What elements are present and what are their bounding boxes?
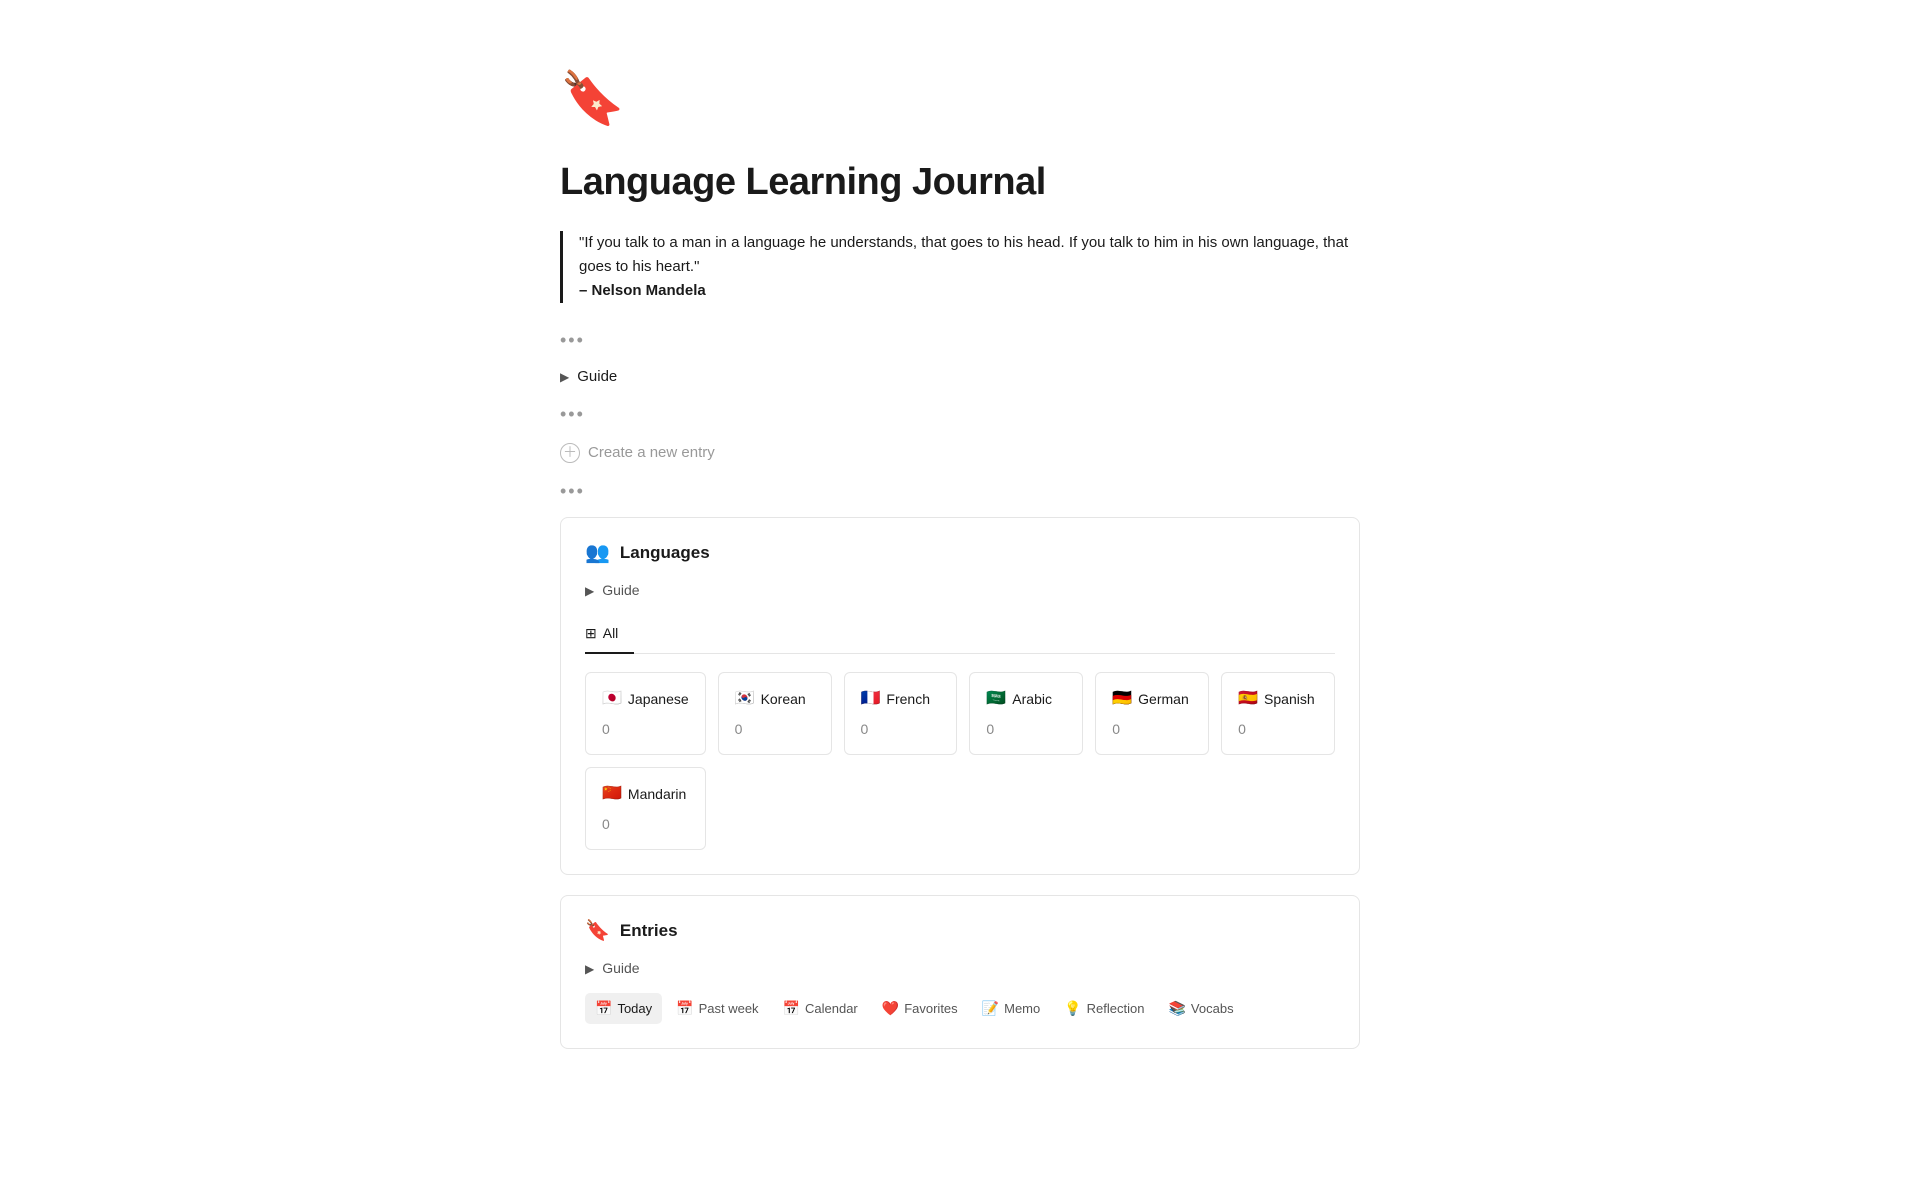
lang-count: 0: [1238, 719, 1318, 740]
entries-section-title: Entries: [620, 918, 678, 944]
languages-section-title: Languages: [620, 540, 710, 566]
create-entry-icon: ＋: [560, 443, 580, 463]
languages-guide-label: Guide: [602, 580, 639, 601]
page-container: 🔖 Language Learning Journal "If you talk…: [480, 0, 1440, 1149]
guide-toggle-label: Guide: [577, 366, 617, 389]
lang-flag: 🇸🇦: [986, 687, 1006, 711]
language-card-arabic[interactable]: 🇸🇦 Arabic 0: [969, 672, 1083, 755]
entries-guide-label: Guide: [602, 958, 639, 979]
quote-author: – Nelson Mandela: [579, 279, 1360, 303]
entry-tab-label: Vocabs: [1191, 999, 1234, 1019]
entries-tabs-row: 📅 Today 📅 Past week 📅 Calendar ❤️ Favori…: [585, 993, 1335, 1024]
language-card-korean[interactable]: 🇰🇷 Korean 0: [718, 672, 832, 755]
entry-tab-past-week[interactable]: 📅 Past week: [666, 993, 768, 1024]
entry-tab-label: Favorites: [904, 999, 957, 1019]
entry-tab-icon: 📅: [783, 998, 800, 1019]
lang-name: Korean: [761, 689, 806, 710]
lang-count: 0: [986, 719, 1066, 740]
lang-flag: 🇪🇸: [1238, 687, 1258, 711]
languages-guide-toggle[interactable]: ▶ Guide: [585, 580, 1335, 601]
language-card-japanese[interactable]: 🇯🇵 Japanese 0: [585, 672, 706, 755]
tab-all-grid-icon: ⊞: [585, 623, 597, 644]
entry-tab-icon: ❤️: [882, 998, 899, 1019]
entry-tab-icon: 💡: [1064, 998, 1081, 1019]
lang-count: 0: [602, 814, 689, 835]
entry-tab-label: Reflection: [1087, 999, 1145, 1019]
create-entry-row[interactable]: ＋ Create a new entry: [560, 440, 1360, 467]
entry-tab-calendar[interactable]: 📅 Calendar: [773, 993, 868, 1024]
dots-3: •••: [560, 478, 1360, 505]
entry-tab-label: Past week: [699, 999, 759, 1019]
lang-name: French: [886, 689, 930, 710]
lang-count: 0: [861, 719, 941, 740]
create-entry-label: Create a new entry: [588, 442, 715, 465]
entries-guide-toggle[interactable]: ▶ Guide: [585, 958, 1335, 979]
entry-tab-icon: 📚: [1168, 998, 1185, 1019]
lang-flag: 🇰🇷: [735, 687, 755, 711]
entry-tab-icon: 📝: [982, 998, 999, 1019]
languages-section-header: 👥 Languages: [585, 538, 1335, 568]
languages-section-card: 👥 Languages ▶ Guide ⊞ All 🇯🇵 Japanese 0 …: [560, 517, 1360, 875]
entries-guide-arrow-icon: ▶: [585, 960, 594, 978]
quote-text: "If you talk to a man in a language he u…: [579, 231, 1360, 279]
entry-tab-label: Calendar: [805, 999, 858, 1019]
languages-grid: 🇯🇵 Japanese 0 🇰🇷 Korean 0 🇫🇷 French 0 🇸🇦…: [585, 672, 1335, 850]
tab-all[interactable]: ⊞ All: [585, 615, 634, 654]
lang-name: Arabic: [1012, 689, 1052, 710]
page-icon: 🔖: [560, 60, 1360, 138]
lang-name: Spanish: [1264, 689, 1315, 710]
lang-flag: 🇨🇳: [602, 782, 622, 806]
languages-tabs-row: ⊞ All: [585, 615, 1335, 654]
entries-section-header: 🔖 Entries: [585, 916, 1335, 946]
entries-section-card: 🔖 Entries ▶ Guide 📅 Today 📅 Past week 📅 …: [560, 895, 1360, 1049]
entry-tab-icon: 📅: [676, 998, 693, 1019]
lang-count: 0: [1112, 719, 1192, 740]
lang-name: Japanese: [628, 689, 689, 710]
languages-section-icon: 👥: [585, 538, 610, 568]
entry-tab-label: Memo: [1004, 999, 1040, 1019]
entry-tab-favorites[interactable]: ❤️ Favorites: [872, 993, 968, 1024]
entries-section-icon: 🔖: [585, 916, 610, 946]
language-card-french[interactable]: 🇫🇷 French 0: [844, 672, 958, 755]
lang-flag: 🇫🇷: [861, 687, 881, 711]
entry-tab-today[interactable]: 📅 Today: [585, 993, 662, 1024]
toggle-arrow-icon: ▶: [560, 368, 569, 386]
entry-tab-memo[interactable]: 📝 Memo: [972, 993, 1051, 1024]
guide-toggle[interactable]: ▶ Guide: [560, 366, 1360, 389]
lang-name: Mandarin: [628, 784, 686, 805]
language-card-german[interactable]: 🇩🇪 German 0: [1095, 672, 1209, 755]
languages-guide-arrow-icon: ▶: [585, 582, 594, 600]
entry-tab-reflection[interactable]: 💡 Reflection: [1054, 993, 1154, 1024]
page-title: Language Learning Journal: [560, 154, 1360, 211]
lang-count: 0: [602, 719, 689, 740]
entry-tab-icon: 📅: [595, 998, 612, 1019]
dots-1: •••: [560, 327, 1360, 354]
dots-2: •••: [560, 401, 1360, 428]
tab-all-label: All: [603, 623, 619, 644]
lang-flag: 🇯🇵: [602, 687, 622, 711]
language-card-mandarin[interactable]: 🇨🇳 Mandarin 0: [585, 767, 706, 850]
lang-flag: 🇩🇪: [1112, 687, 1132, 711]
entry-tab-label: Today: [617, 999, 652, 1019]
language-card-spanish[interactable]: 🇪🇸 Spanish 0: [1221, 672, 1335, 755]
entry-tab-vocabs[interactable]: 📚 Vocabs: [1158, 993, 1243, 1024]
lang-name: German: [1138, 689, 1189, 710]
quote-block: "If you talk to a man in a language he u…: [560, 231, 1360, 303]
lang-count: 0: [735, 719, 815, 740]
